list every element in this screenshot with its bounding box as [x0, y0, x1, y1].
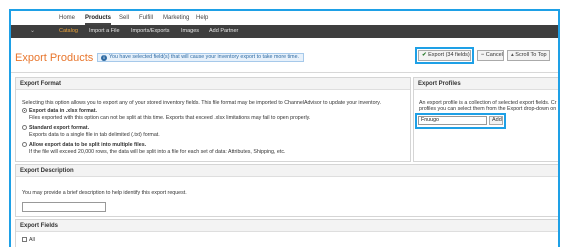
xlsx-format-desc: Files exported with this option can not …: [29, 115, 311, 121]
page-title: Export Products: [15, 52, 94, 64]
xlsx-format-radio[interactable]: [22, 108, 27, 113]
topnav-sell[interactable]: Sell: [119, 15, 129, 21]
topnav-products[interactable]: Products: [85, 15, 111, 21]
check-icon: ✔: [422, 52, 427, 58]
export-fields-heading: Export Fields: [16, 220, 558, 232]
standard-format-radio[interactable]: [22, 125, 27, 130]
all-fields-checkbox[interactable]: [22, 237, 27, 242]
all-fields-label[interactable]: All: [29, 237, 35, 243]
info-icon: i: [101, 54, 107, 61]
subnav-import-file[interactable]: Import a File: [89, 28, 120, 34]
export-format-heading: Export Format: [16, 78, 410, 90]
export-description-panel: Export Description You may provide a bri…: [15, 164, 558, 217]
subnav-add-partner[interactable]: Add Partner: [209, 28, 238, 34]
topnav-home[interactable]: Home: [59, 15, 75, 21]
divider: [11, 72, 558, 73]
subnav-images[interactable]: Images: [181, 28, 199, 34]
app-frame: Home Products Sell Fulfill Marketing Hel…: [9, 9, 560, 247]
split-files-desc: If the file will exceed 20,000 rows, the…: [29, 149, 286, 155]
info-message: You have selected field(s) that will cau…: [109, 54, 299, 60]
split-files-label[interactable]: Allow export data to be split into multi…: [29, 142, 146, 148]
export-format-panel: Export Format Selecting this option allo…: [15, 77, 411, 162]
subnav-imports-exports[interactable]: Imports/Exports: [131, 28, 170, 34]
subnav-catalog[interactable]: Catalog: [59, 28, 78, 34]
split-files-radio[interactable]: [22, 142, 27, 147]
standard-format-label[interactable]: Standard export format.: [29, 125, 89, 131]
export-format-intro: Selecting this option allows you to expo…: [22, 100, 382, 106]
export-description-prompt: You may provide a brief description to h…: [22, 190, 187, 196]
topnav-fulfill[interactable]: Fulfill: [139, 15, 153, 21]
export-description-heading: Export Description: [16, 165, 558, 177]
scroll-button-label: Scroll To Top: [515, 52, 547, 58]
export-fields-panel: Export Fields All: [15, 219, 558, 247]
cancel-button[interactable]: − Cancel: [477, 50, 504, 61]
top-navigation: Home Products Sell Fulfill Marketing Hel…: [11, 11, 558, 25]
topnav-marketing[interactable]: Marketing: [163, 15, 189, 21]
export-description-input[interactable]: [22, 202, 106, 212]
info-banner: i You have selected field(s) that will ca…: [97, 53, 304, 62]
export-button-label: Export (34 fields): [428, 52, 470, 58]
standard-format-desc: Exports data to a single file in tab del…: [29, 132, 160, 138]
sub-navigation: ⌄ Catalog Import a File Imports/Exports …: [11, 25, 558, 38]
export-button[interactable]: ✔ Export (34 fields): [418, 50, 471, 61]
export-profiles-heading: Export Profiles: [414, 78, 558, 90]
topnav-help[interactable]: Help: [196, 15, 208, 21]
add-profile-button[interactable]: Add: [489, 116, 503, 125]
cancel-button-label: Cancel: [485, 52, 503, 58]
export-profiles-text-2: profiles you can select them from the Ex…: [419, 106, 557, 112]
xlsx-format-label[interactable]: Export data in .xlsx format.: [29, 108, 97, 114]
profile-name-input[interactable]: Fnuugo: [418, 116, 487, 125]
minus-icon: −: [481, 52, 485, 58]
scroll-to-top-button[interactable]: ▴ Scroll To Top: [507, 50, 550, 61]
chevron-down-icon[interactable]: ⌄: [30, 27, 35, 34]
arrow-up-icon: ▴: [511, 52, 514, 58]
export-profiles-panel: Export Profiles An export profile is a c…: [413, 77, 558, 162]
